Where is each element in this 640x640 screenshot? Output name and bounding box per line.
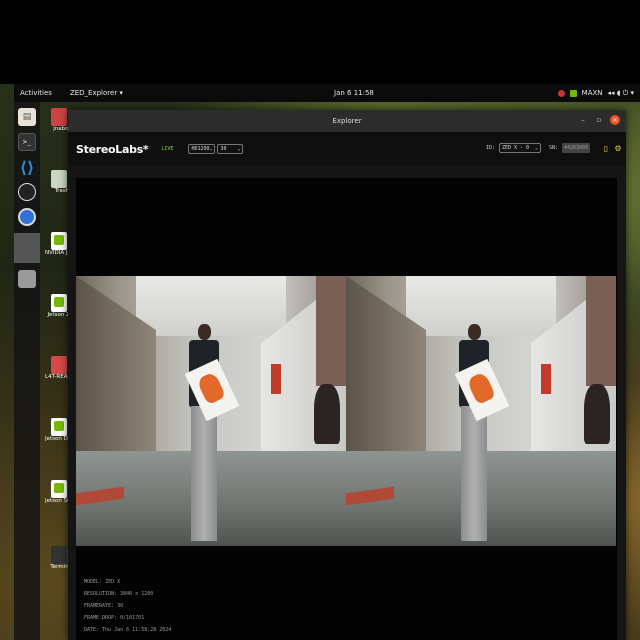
id-label: ID: xyxy=(485,145,495,151)
resolution-select[interactable]: HD1200 ⌄ xyxy=(188,144,216,154)
explorer-window: Explorer – ▫ × StereoLabs* LIVE HD1200 ⌄… xyxy=(68,110,626,640)
serial-number-field: 44203006 xyxy=(562,143,590,153)
sn-label: SN: xyxy=(548,145,558,151)
live-badge: LIVE xyxy=(161,146,174,152)
minimize-icon[interactable]: – xyxy=(578,115,588,125)
home-folder-icon xyxy=(51,108,67,126)
vscode-icon[interactable]: ⟨⟩ xyxy=(18,158,36,177)
camera-id-select[interactable]: ZED X - 0 ⌄ xyxy=(498,143,541,153)
camera-info-panel: MODEL: ZED X RESOLUTION: 3840 x 1200 FRA… xyxy=(84,576,171,636)
activities-button[interactable]: Activities xyxy=(20,89,52,97)
clock[interactable]: Jan 6 11:58 xyxy=(334,89,374,97)
close-icon[interactable]: × xyxy=(610,115,620,125)
obs-icon[interactable] xyxy=(18,183,36,201)
chevron-down-icon: ⌄ xyxy=(534,145,538,151)
chevron-down-icon: ⌄ xyxy=(237,146,241,152)
system-tray[interactable]: MAXN ◂◂ ◖ ⏻ ▾ xyxy=(557,89,634,98)
trash-icon xyxy=(51,170,67,188)
save-icon[interactable]: ▯ xyxy=(602,144,610,153)
nvidia-power-icon[interactable] xyxy=(569,89,577,97)
terminal-icon xyxy=(51,546,67,564)
resolution-value: HD1200 xyxy=(191,146,210,152)
power-mode-label[interactable]: MAXN xyxy=(582,89,603,97)
dock: ▤ >_ ⟨⟩ xyxy=(14,102,40,640)
disk-icon[interactable] xyxy=(18,270,36,288)
info-framerate: FRAMERATE: 30 xyxy=(84,603,124,609)
fps-select[interactable]: 30 ⌄ xyxy=(217,144,244,154)
terminal-icon[interactable]: >_ xyxy=(18,133,36,151)
files-icon[interactable]: ▤ xyxy=(18,108,36,126)
record-indicator-icon[interactable] xyxy=(557,89,565,97)
info-frame-drop: FRAME DROP: 0/101701 xyxy=(84,615,145,621)
camera-view: MODEL: ZED X RESOLUTION: 3840 x 1200 FRA… xyxy=(76,178,617,640)
nvidia-icon xyxy=(51,232,67,250)
system-status-icons[interactable]: ◂◂ ◖ ⏻ ▾ xyxy=(608,89,634,98)
system-top-bar: Activities ZED_Explorer ▾ Jan 6 11:58 MA… xyxy=(14,84,640,102)
info-model: MODEL: ZED X xyxy=(84,579,121,585)
maximize-icon[interactable]: ▫ xyxy=(594,115,604,125)
stereo-frames xyxy=(76,276,617,546)
drive-icon xyxy=(51,356,67,374)
window-titlebar[interactable]: Explorer – ▫ × xyxy=(68,110,626,132)
info-resolution: RESOLUTION: 3840 x 1200 xyxy=(84,591,154,597)
chevron-down-icon: ⌄ xyxy=(209,146,213,152)
nvidia-icon xyxy=(51,418,67,436)
info-date: DATE: Thu Jan 6 11:58:28 2024 xyxy=(84,627,172,633)
explorer-toolbar: StereoLabs* LIVE HD1200 ⌄ 30 ⌄ ID: ZED X… xyxy=(68,132,626,166)
window-title: Explorer xyxy=(332,117,362,125)
app-menu[interactable]: ZED_Explorer ▾ xyxy=(70,89,123,97)
left-camera-image xyxy=(76,276,346,546)
top-black-area xyxy=(0,0,640,84)
nvidia-icon xyxy=(51,480,67,498)
fps-value: 30 xyxy=(220,146,227,152)
nvidia-icon xyxy=(51,294,67,312)
gear-icon[interactable]: ⚙ xyxy=(614,144,622,153)
stereolabs-logo: StereoLabs* xyxy=(76,142,149,156)
chromium-icon[interactable] xyxy=(18,208,36,226)
right-camera-image xyxy=(346,276,616,546)
zed-explorer-dock-icon[interactable] xyxy=(14,233,40,263)
camera-id-value: ZED X - 0 xyxy=(501,145,530,151)
